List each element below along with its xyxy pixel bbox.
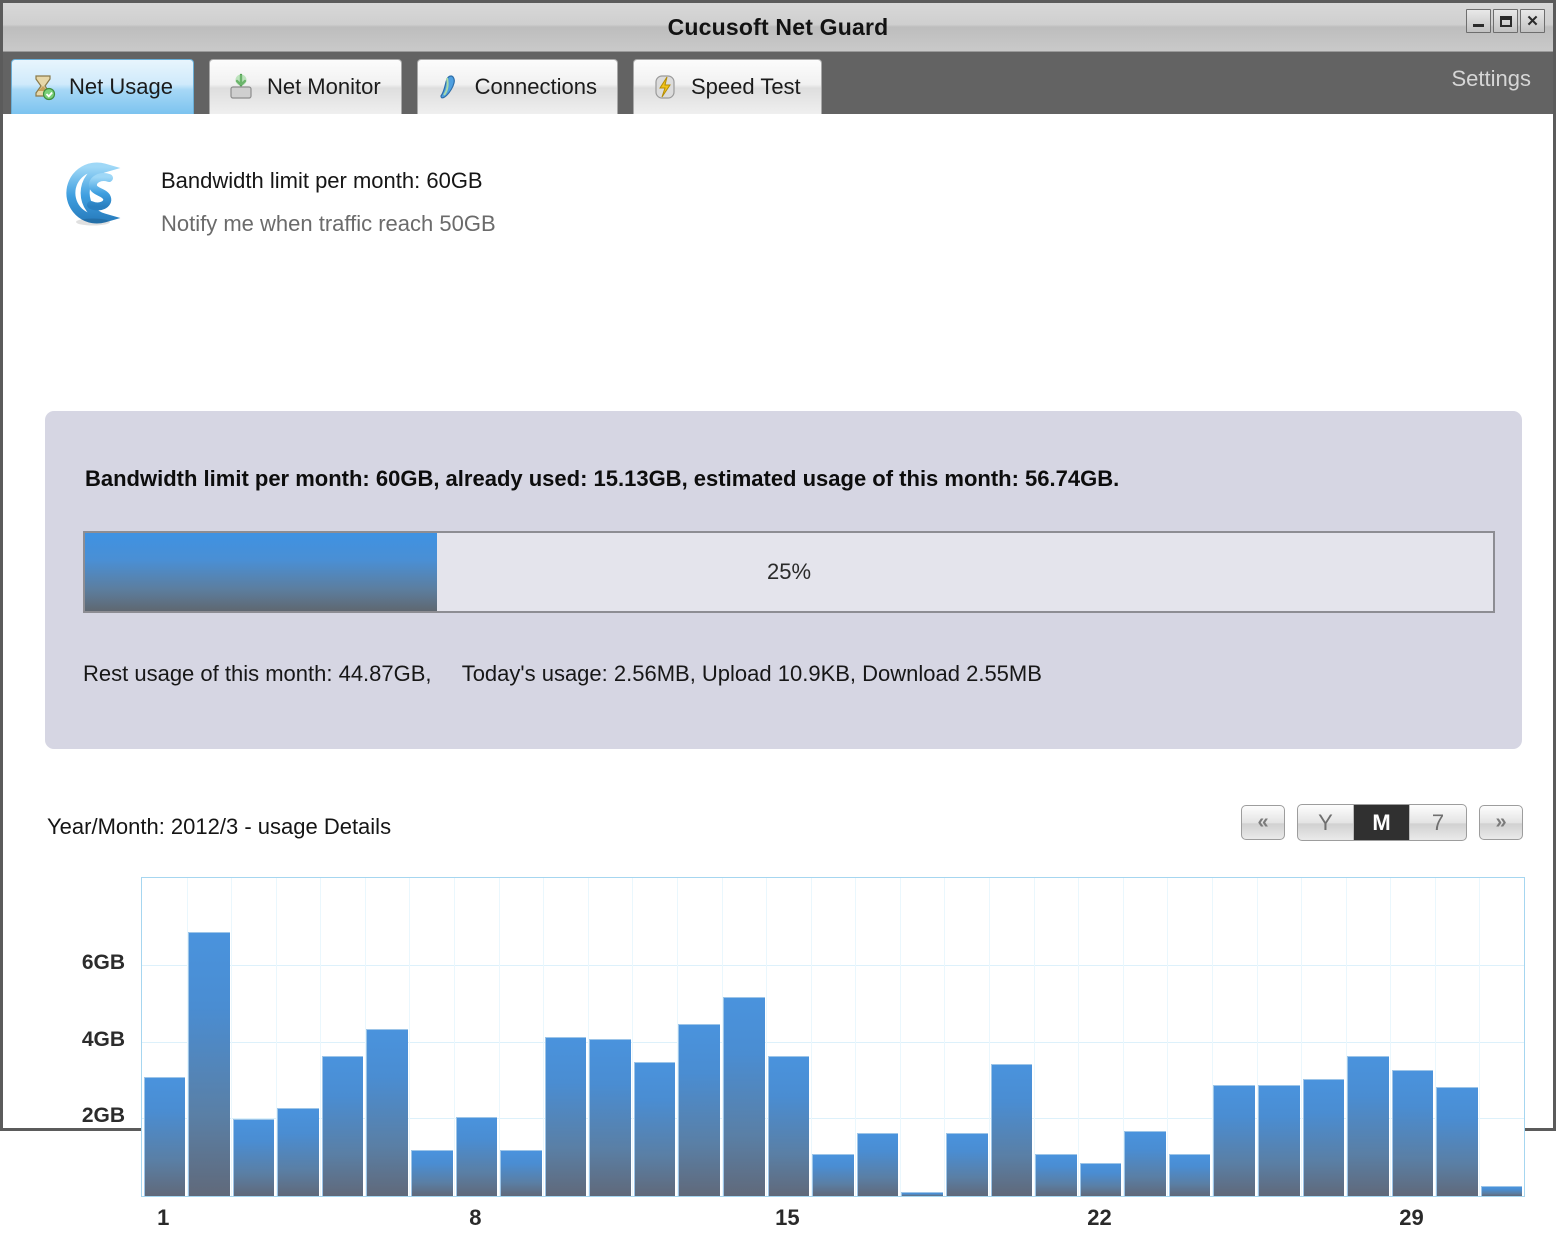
- tab-speed-test[interactable]: Speed Test: [633, 59, 822, 114]
- bar: [411, 1150, 453, 1196]
- bar: [1035, 1154, 1077, 1196]
- bar: [1213, 1085, 1255, 1196]
- usage-progress-bar: 25%: [83, 531, 1495, 613]
- close-icon: ✕: [1526, 14, 1539, 29]
- usage-progress-label: 25%: [767, 559, 811, 585]
- range-button-month[interactable]: M: [1354, 805, 1410, 840]
- bar: [1169, 1154, 1211, 1196]
- hourglass-icon: [28, 72, 58, 102]
- bar: [634, 1062, 676, 1196]
- bar: [456, 1117, 498, 1196]
- gridline-vertical: [1167, 878, 1168, 1196]
- gridline-vertical: [1078, 878, 1079, 1196]
- bar: [1392, 1070, 1434, 1196]
- gridline-vertical: [811, 878, 812, 1196]
- window-controls: ✕: [1466, 9, 1545, 33]
- bar: [1124, 1131, 1166, 1196]
- bar: [723, 997, 765, 1196]
- minimize-button[interactable]: [1466, 9, 1491, 33]
- bar: [1481, 1186, 1523, 1196]
- gridline-horizontal: [142, 965, 1524, 966]
- tab-label: Speed Test: [691, 74, 801, 100]
- window-title: Cucusoft Net Guard: [668, 14, 889, 41]
- usage-footer-label: Rest usage of this month: 44.87GB, Today…: [83, 661, 1042, 687]
- settings-button[interactable]: Settings: [1452, 66, 1532, 92]
- gridline-vertical: [1034, 878, 1035, 1196]
- app-window: Cucusoft Net Guard ✕ Net Usage: [0, 0, 1556, 1131]
- plot-area: [141, 877, 1525, 1197]
- bar: [678, 1024, 720, 1196]
- next-period-button[interactable]: »: [1479, 805, 1523, 840]
- bar: [277, 1108, 319, 1196]
- maximize-icon: [1500, 16, 1512, 27]
- usage-panel: Bandwidth limit per month: 60GB, already…: [45, 411, 1522, 749]
- bar: [991, 1064, 1033, 1196]
- tab-net-usage[interactable]: Net Usage: [11, 59, 194, 114]
- gridline-vertical: [499, 878, 500, 1196]
- tab-net-monitor[interactable]: Net Monitor: [209, 59, 402, 114]
- bar: [322, 1056, 364, 1196]
- y-axis-tick-label: 4GB: [82, 1028, 125, 1052]
- range-button-year[interactable]: Y: [1298, 805, 1354, 840]
- bar: [500, 1150, 542, 1196]
- usage-progress-fill: [85, 533, 437, 611]
- gridline-vertical: [409, 878, 410, 1196]
- tab-label: Net Monitor: [267, 74, 381, 100]
- gridline-horizontal: [142, 1042, 1524, 1043]
- x-axis-tick-label: 1: [157, 1205, 169, 1231]
- chart-navigation: « Y M 7 »: [1241, 804, 1523, 841]
- bar: [857, 1133, 899, 1196]
- chart-title: Year/Month: 2012/3 - usage Details: [47, 814, 391, 840]
- maximize-button[interactable]: [1493, 9, 1518, 33]
- bar: [1080, 1163, 1122, 1196]
- notify-threshold-label: Notify me when traffic reach 50GB: [161, 211, 496, 237]
- chart-header-row: Year/Month: 2012/3 - usage Details « Y M…: [3, 804, 1553, 862]
- prev-period-button[interactable]: «: [1241, 805, 1285, 840]
- range-selector: Y M 7: [1297, 804, 1467, 841]
- bar: [1436, 1087, 1478, 1196]
- bar: [901, 1192, 943, 1196]
- connection-icon: [434, 72, 464, 102]
- bar: [188, 932, 230, 1196]
- bar: [589, 1039, 631, 1196]
- bar: [144, 1077, 186, 1196]
- title-bar: Cucusoft Net Guard ✕: [3, 3, 1553, 52]
- bar: [812, 1154, 854, 1196]
- bar: [545, 1037, 587, 1196]
- lightning-icon: [650, 72, 680, 102]
- bandwidth-limit-label: Bandwidth limit per month: 60GB: [161, 168, 496, 194]
- bar: [946, 1133, 988, 1196]
- range-button-week[interactable]: 7: [1410, 805, 1466, 840]
- bar: [1258, 1085, 1300, 1196]
- cucusoft-logo-icon: [59, 158, 133, 228]
- main-content: Bandwidth limit per month: 60GB Notify m…: [3, 114, 1553, 1128]
- monitor-icon: [226, 72, 256, 102]
- x-axis-tick-label: 22: [1087, 1205, 1111, 1231]
- usage-headline: Bandwidth limit per month: 60GB, already…: [85, 466, 1119, 492]
- tab-label: Connections: [475, 74, 597, 100]
- gridline-vertical: [1479, 878, 1480, 1196]
- tab-bar: Net Usage Net Monitor Connections: [3, 52, 1553, 114]
- bar: [768, 1056, 810, 1196]
- x-axis-tick-label: 15: [775, 1205, 799, 1231]
- y-axis-tick-label: 6GB: [82, 951, 125, 975]
- usage-chart: 2GB 4GB 6GB 1 8 15 22 29: [3, 869, 1556, 1239]
- summary-header: Bandwidth limit per month: 60GB Notify m…: [59, 158, 496, 237]
- x-axis-tick-label: 8: [469, 1205, 481, 1231]
- y-axis-tick-label: 2GB: [82, 1104, 125, 1128]
- bar: [366, 1029, 408, 1196]
- close-button[interactable]: ✕: [1520, 9, 1545, 33]
- tab-label: Net Usage: [69, 74, 173, 100]
- tab-connections[interactable]: Connections: [417, 59, 618, 114]
- gridline-vertical: [900, 878, 901, 1196]
- minimize-icon: [1473, 24, 1484, 27]
- bar: [1303, 1079, 1345, 1196]
- bar: [1347, 1056, 1389, 1196]
- summary-lines: Bandwidth limit per month: 60GB Notify m…: [161, 158, 496, 237]
- x-axis-tick-label: 29: [1399, 1205, 1423, 1231]
